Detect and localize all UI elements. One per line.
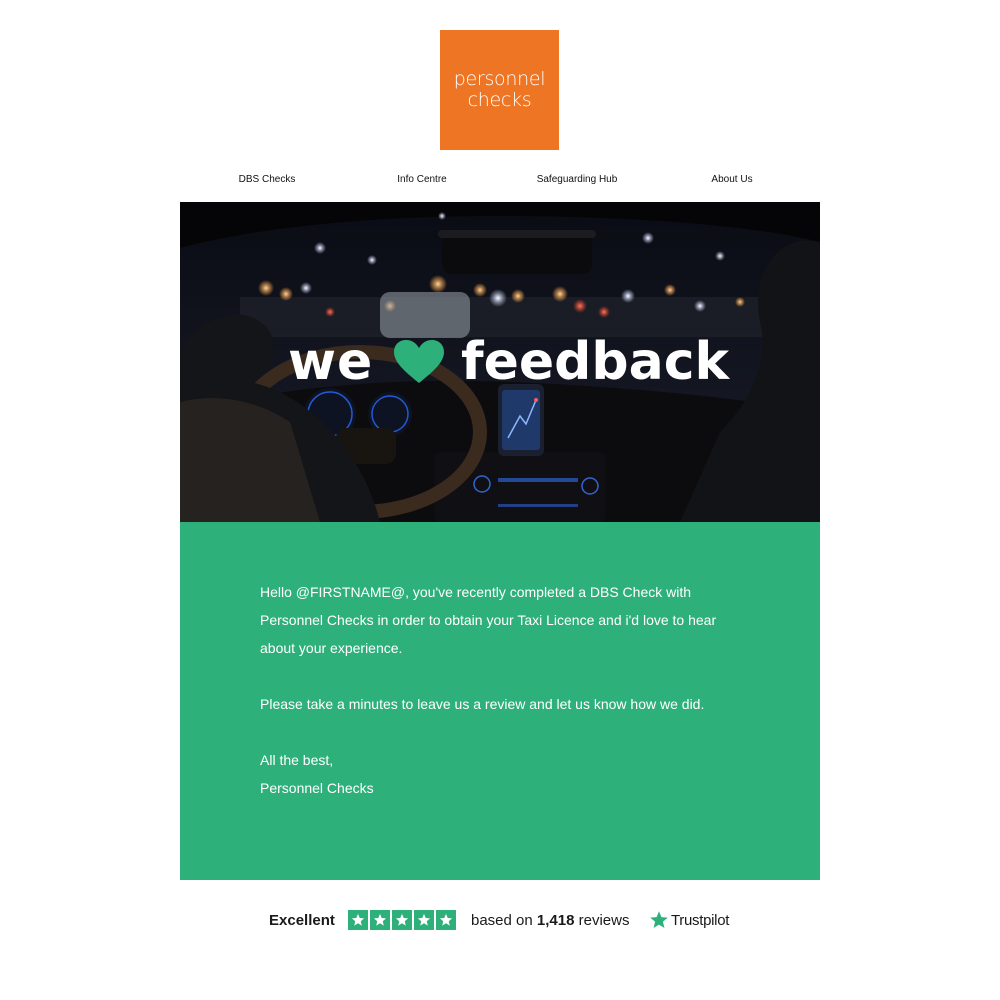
nav-item-safeguarding-hub[interactable]: Safeguarding Hub bbox=[537, 174, 618, 185]
hero-word-feedback: feedback bbox=[461, 332, 730, 392]
star-icon bbox=[348, 910, 368, 930]
nav-item-dbs-checks[interactable]: DBS Checks bbox=[239, 174, 296, 185]
message-body: Hello @FIRSTNAME@, you've recently compl… bbox=[260, 578, 740, 802]
star-icon bbox=[370, 910, 390, 930]
star-icon bbox=[436, 910, 456, 930]
logo-line-2: checks bbox=[467, 89, 532, 111]
message-request: Please take a minutes to leave us a revi… bbox=[260, 696, 705, 712]
message-greeting: Hello @FIRSTNAME@, you've recently compl… bbox=[260, 584, 717, 656]
email-page: personnel checks DBS Checks Info Centre … bbox=[0, 0, 1000, 1000]
logo-line-1: personnel bbox=[453, 68, 546, 90]
message-panel: Hello @FIRSTNAME@, you've recently compl… bbox=[180, 522, 820, 880]
trustpilot-star-icon bbox=[650, 911, 668, 928]
hero-headline: we feedback bbox=[180, 330, 820, 400]
trust-rating-label: Excellent bbox=[269, 912, 335, 929]
trustpilot-logo[interactable]: Trustpilot bbox=[649, 910, 729, 930]
trust-based-on: based on bbox=[471, 912, 533, 929]
trust-review-count: 1,418 bbox=[536, 912, 575, 929]
star-icon bbox=[392, 910, 412, 930]
trust-reviews-word: reviews bbox=[578, 912, 630, 929]
trust-review-summary: based on 1,418 reviews bbox=[471, 912, 629, 929]
trustpilot-brand: Trustpilot bbox=[671, 911, 730, 929]
message-signoff: All the best, bbox=[260, 752, 334, 768]
message-signature: Personnel Checks bbox=[260, 780, 374, 796]
main-nav: DBS Checks Info Centre Safeguarding Hub … bbox=[180, 174, 820, 188]
hero-word-we: we bbox=[288, 332, 374, 392]
hero-banner[interactable]: we feedback bbox=[180, 202, 820, 522]
personnel-checks-logo[interactable]: personnel checks bbox=[440, 30, 559, 150]
star-icon bbox=[414, 910, 434, 930]
nav-item-about-us[interactable]: About Us bbox=[711, 174, 752, 185]
heart-icon bbox=[394, 340, 444, 383]
nav-item-info-centre[interactable]: Info Centre bbox=[397, 174, 446, 185]
star-rating bbox=[348, 910, 456, 930]
trustpilot-widget[interactable]: Excellent based on 1,418 reviews Trustpi… bbox=[0, 908, 1000, 934]
